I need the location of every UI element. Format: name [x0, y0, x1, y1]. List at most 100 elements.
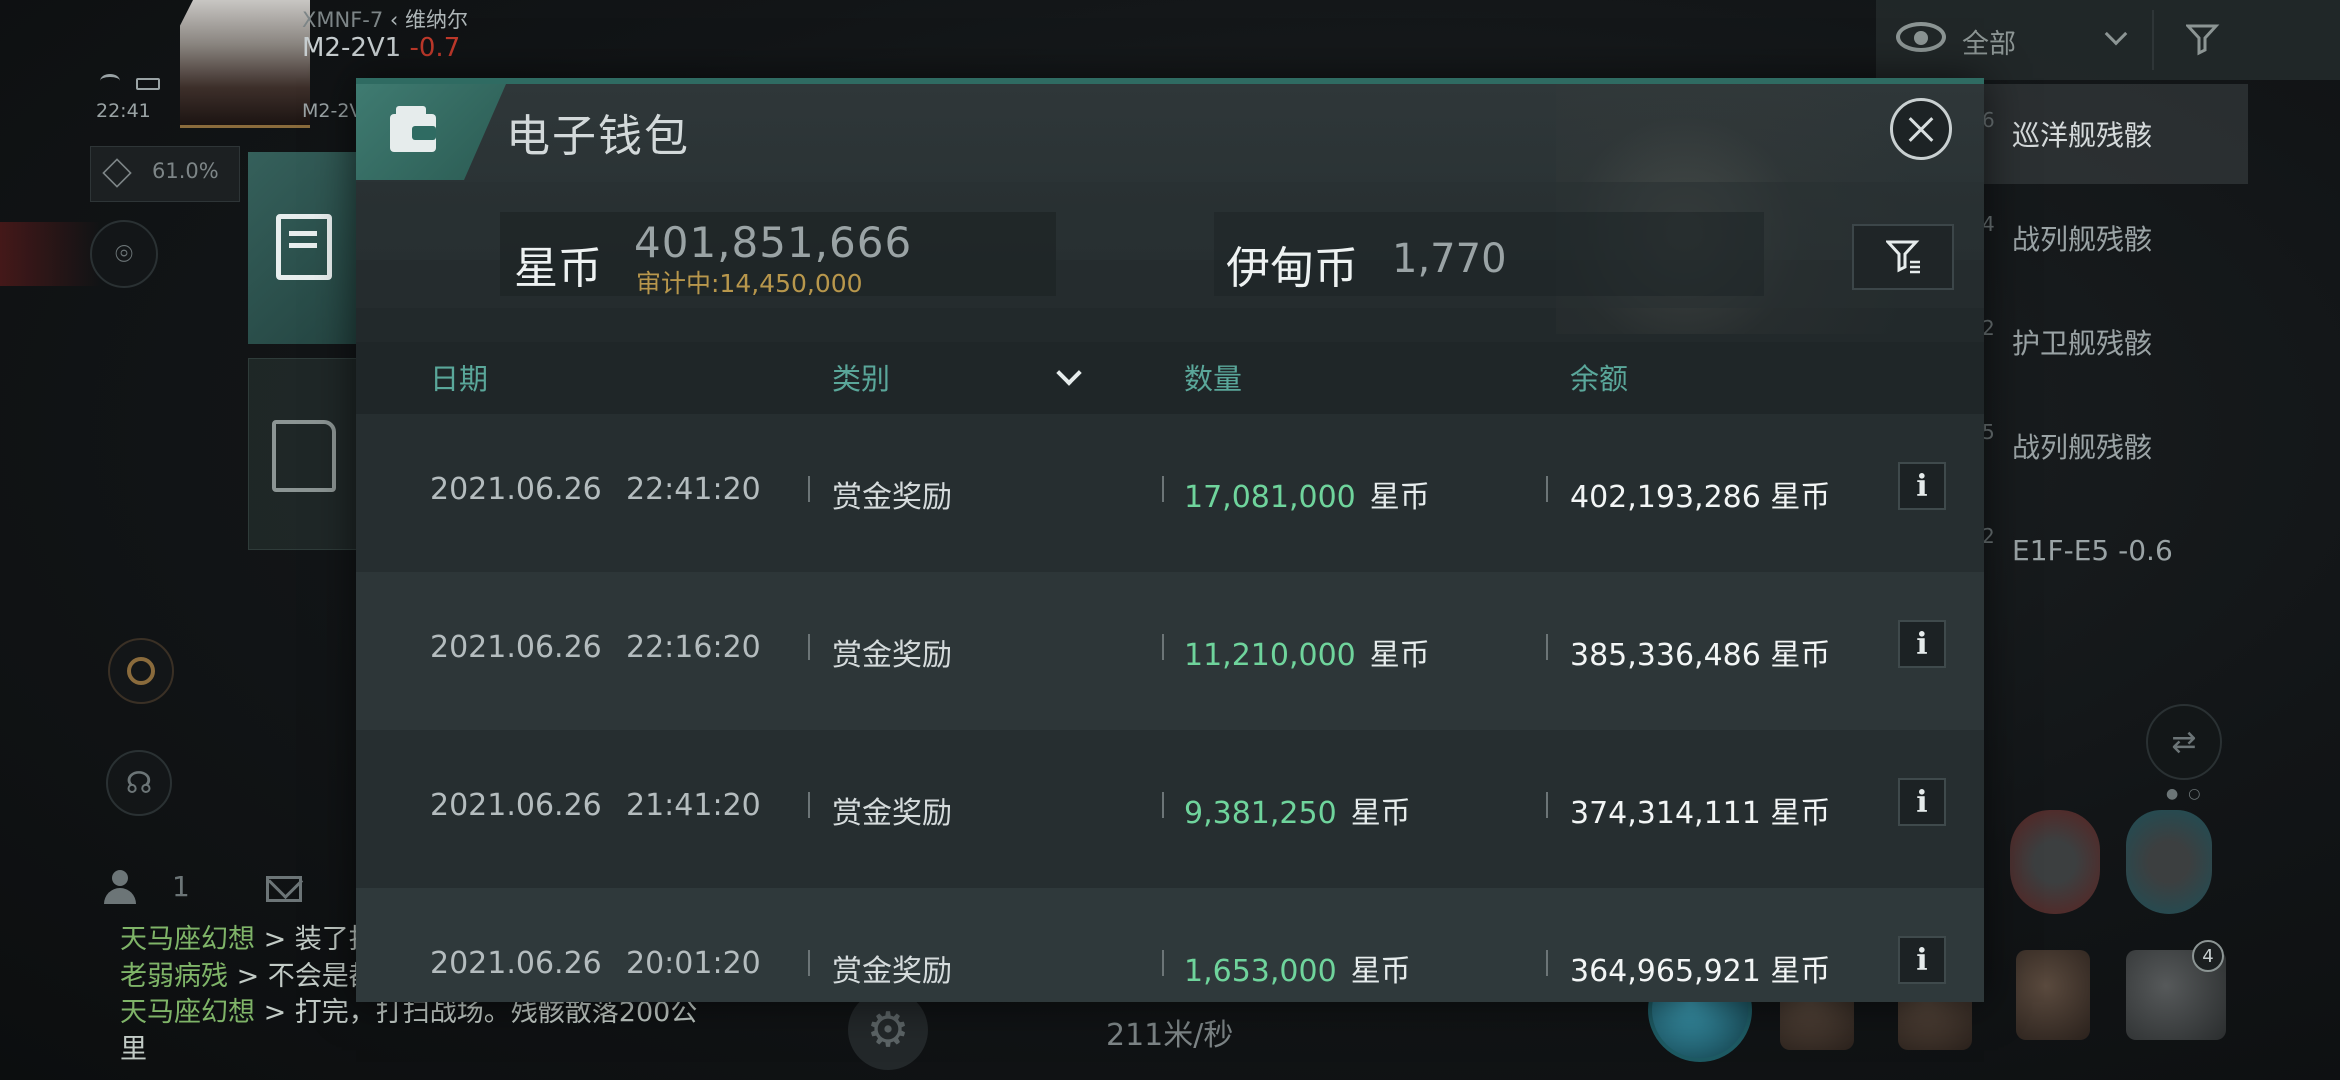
- table-row[interactable]: 2021.06.26 20:01:20 赏金奖励 1,653,000 星币 364…: [356, 888, 1984, 1002]
- settings-button[interactable]: ⚙: [848, 990, 928, 1070]
- wallet-panel: 电子钱包 星币 401,851,666 审计中:14,450,000 伊甸币 1…: [356, 78, 1984, 1002]
- battery-icon: [136, 78, 160, 90]
- row-balance: 402,193,286 星币: [1570, 480, 1831, 515]
- armor-module[interactable]: [2126, 810, 2212, 914]
- swap-icon: ⇄: [2171, 724, 2197, 760]
- divider: [1546, 792, 1548, 818]
- table-row[interactable]: 2021.06.26 22:16:20 赏金奖励 11,210,000 星币 38…: [356, 572, 1984, 730]
- info-button[interactable]: i: [1898, 778, 1946, 826]
- swap-button[interactable]: ⇄: [2146, 704, 2222, 780]
- row-time: 21:41:20: [626, 788, 761, 823]
- filter-icon: [1886, 240, 1920, 274]
- document-icon: [276, 214, 332, 280]
- alert-strip: [0, 222, 100, 286]
- divider: [808, 634, 810, 660]
- divider: [1546, 476, 1548, 502]
- table-row[interactable]: 2021.06.26 21:41:20 赏金奖励 9,381,250 星币 374…: [356, 730, 1984, 888]
- divider: [2152, 10, 2154, 70]
- row-category: 赏金奖励: [832, 954, 952, 989]
- row-quantity: 1,653,000 星币: [1184, 954, 1411, 989]
- row-category: 赏金奖励: [832, 796, 952, 831]
- weapon-module[interactable]: [2016, 950, 2090, 1040]
- row-quantity: 9,381,250 星币: [1184, 796, 1411, 831]
- overview-filter-bar: [1876, 0, 2340, 80]
- page-dots: ●○: [2166, 786, 2211, 802]
- module-count-badge: 4: [2192, 940, 2224, 972]
- divider: [1162, 950, 1164, 976]
- ship-speed: 211米/秒: [1106, 1018, 1234, 1053]
- row-balance: 364,965,921 星币: [1570, 954, 1831, 989]
- divider: [808, 476, 810, 502]
- headset-icon: ☊: [125, 765, 153, 801]
- location-pin-button[interactable]: ⌾: [90, 220, 158, 288]
- overview-item[interactable]: 6 巡洋舰残骸: [1982, 84, 2248, 184]
- column-header-category: 类别: [832, 362, 891, 396]
- agent-button[interactable]: ☊: [106, 750, 172, 816]
- close-button[interactable]: [1890, 98, 1952, 160]
- chat-users-icon[interactable]: [104, 870, 136, 904]
- star-coin-amount: 401,851,666: [634, 218, 913, 267]
- divider: [1546, 634, 1548, 660]
- row-balance: 385,336,486 星币: [1570, 638, 1831, 673]
- row-quantity: 11,210,000 星币: [1184, 638, 1430, 673]
- overview-item[interactable]: 2 E1F-E5 -0.6: [1982, 500, 2248, 600]
- column-header-quantity: 数量: [1184, 362, 1243, 396]
- row-quantity: 17,081,000 星币: [1184, 480, 1430, 515]
- chat-user-count: 1: [172, 870, 190, 903]
- shield-module[interactable]: [2010, 810, 2100, 914]
- info-icon: i: [1916, 468, 1928, 504]
- row-category: 赏金奖励: [832, 480, 952, 515]
- row-category: 赏金奖励: [832, 638, 952, 673]
- info-icon: i: [1916, 942, 1928, 978]
- info-icon: i: [1916, 784, 1928, 820]
- row-time: 22:16:20: [626, 630, 761, 665]
- column-header-date[interactable]: 日期: [430, 356, 488, 398]
- pilot-portrait[interactable]: [180, 0, 310, 128]
- star-coin-label: 星币: [514, 243, 602, 294]
- overview-filter-select[interactable]: 全部: [1962, 22, 2016, 61]
- divider: [808, 950, 810, 976]
- info-button[interactable]: i: [1898, 462, 1946, 510]
- info-button[interactable]: i: [1898, 620, 1946, 668]
- wifi-icon: [100, 74, 120, 88]
- eye-icon[interactable]: [1896, 22, 1946, 52]
- gear-icon: ⚙: [866, 1002, 910, 1058]
- row-date: 2021.06.26: [430, 630, 602, 665]
- panel-title: 电子钱包: [506, 111, 690, 162]
- table-row[interactable]: 2021.06.26 22:41:20 赏金奖励 17,081,000 星币 40…: [356, 414, 1984, 572]
- isk-label: 伊甸币: [1226, 243, 1358, 294]
- wallet-icon: [390, 106, 436, 152]
- info-icon: i: [1916, 626, 1928, 662]
- filter-icon[interactable]: [2186, 22, 2220, 56]
- row-date: 2021.06.26: [430, 472, 602, 507]
- divider: [1162, 792, 1164, 818]
- target-button[interactable]: [108, 638, 174, 704]
- system-name: XMNF-7: [302, 8, 384, 32]
- overview-item[interactable]: 2 护卫舰残骸: [1982, 292, 2248, 392]
- region-name: ‹ 维纳尔: [389, 8, 468, 32]
- row-balance: 374,314,111 星币: [1570, 796, 1831, 831]
- clock: 22:41: [96, 100, 151, 122]
- row-date: 2021.06.26: [430, 788, 602, 823]
- divider: [1546, 950, 1548, 976]
- chat-message: 天马座幻想 > 打完，打扫战场。残骸散落200公里: [120, 997, 698, 1066]
- location-short: M2-2V: [302, 100, 363, 122]
- mail-icon[interactable]: [266, 876, 302, 902]
- overview-item[interactable]: 5 战列舰残骸: [1982, 396, 2248, 496]
- isk-amount: 1,770: [1392, 236, 1507, 282]
- divider: [1162, 634, 1164, 660]
- row-date: 2021.06.26: [430, 946, 602, 981]
- stamp-icon: [272, 420, 336, 492]
- row-time: 20:01:20: [626, 946, 761, 981]
- overview-item[interactable]: 4 战列舰残骸: [1982, 188, 2248, 288]
- divider: [808, 792, 810, 818]
- cargo-percent: 61.0%: [152, 159, 219, 183]
- info-button[interactable]: i: [1898, 936, 1946, 984]
- divider: [1162, 476, 1164, 502]
- column-header-balance: 余额: [1570, 362, 1629, 396]
- location-pin-icon: ⌾: [115, 236, 133, 272]
- row-time: 22:41:20: [626, 472, 761, 507]
- table-header: [356, 342, 1984, 414]
- audit-amount: 审计中:14,450,000: [636, 269, 863, 298]
- security-status: -0.7: [409, 33, 461, 63]
